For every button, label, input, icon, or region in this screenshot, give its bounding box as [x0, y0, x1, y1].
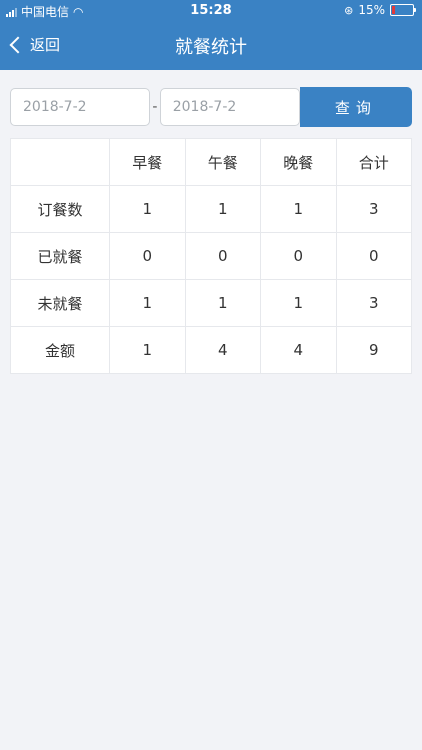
table-cell: 1 — [260, 185, 337, 233]
nav-bar: 返回 就餐统计 — [0, 22, 422, 70]
table-cell: 3 — [335, 279, 412, 327]
battery-percent: 15% — [358, 3, 385, 17]
battery-icon — [390, 4, 416, 16]
query-button[interactable]: 查询 — [299, 87, 412, 127]
table-cell: 0 — [335, 232, 412, 280]
table-header-row: 早餐 午餐 晚餐 合计 — [10, 138, 412, 186]
row-label: 订餐数 — [10, 185, 110, 233]
table-cell: 1 — [260, 279, 337, 327]
table-cell: 1 — [184, 185, 261, 233]
row-label: 未就餐 — [10, 279, 110, 327]
table-cell: 4 — [184, 326, 261, 374]
header-bar: 中国电信 ◠ 15:28 ⊛ 15% 返回 就餐统计 — [0, 0, 422, 70]
start-date-input[interactable] — [10, 88, 150, 126]
table-row: 已就餐 0 0 0 0 — [10, 232, 412, 280]
header-cell: 晚餐 — [260, 138, 337, 186]
table-row: 金额 1 4 4 9 — [10, 326, 412, 374]
table-cell: 9 — [335, 326, 412, 374]
table-cell: 0 — [184, 232, 261, 280]
header-cell: 早餐 — [109, 138, 186, 186]
date-filter: - 查询 — [10, 87, 412, 127]
table-row: 未就餐 1 1 1 3 — [10, 279, 412, 327]
header-cell — [10, 138, 110, 186]
table-cell: 3 — [335, 185, 412, 233]
battery-fill — [392, 6, 395, 14]
table-cell: 4 — [260, 326, 337, 374]
status-bar: 中国电信 ◠ 15:28 ⊛ 15% — [0, 0, 422, 22]
table-cell: 0 — [260, 232, 337, 280]
table-row: 订餐数 1 1 1 3 — [10, 185, 412, 233]
row-label: 已就餐 — [10, 232, 110, 280]
table-cell: 1 — [184, 279, 261, 327]
table-cell: 0 — [109, 232, 186, 280]
status-right: ⊛ 15% — [344, 3, 416, 17]
header-cell: 合计 — [335, 138, 412, 186]
table-cell: 1 — [109, 326, 186, 374]
header-cell: 午餐 — [184, 138, 261, 186]
table-cell: 1 — [109, 279, 186, 327]
table-cell: 1 — [109, 185, 186, 233]
meal-stats-table: 早餐 午餐 晚餐 合计 订餐数 1 1 1 3 已就餐 0 0 0 0 未就餐 … — [10, 138, 412, 374]
row-label: 金额 — [10, 326, 110, 374]
end-date-input[interactable] — [159, 88, 300, 126]
orientation-lock-icon: ⊛ — [344, 3, 354, 17]
page-title: 就餐统计 — [175, 37, 247, 58]
date-separator: - — [152, 99, 158, 115]
